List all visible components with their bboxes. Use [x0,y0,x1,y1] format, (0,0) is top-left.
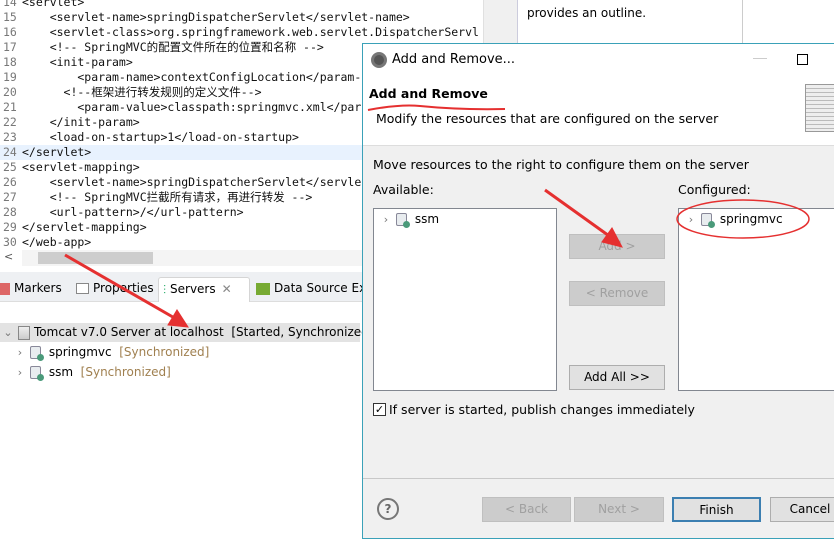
line-number: 26 [3,175,17,189]
server-icon [18,325,30,340]
minimize-icon[interactable] [753,58,767,59]
scrollbar-thumb[interactable] [38,252,153,264]
line-number: 23 [3,130,17,144]
finish-button[interactable]: Finish [672,497,761,522]
code-text: <url-pattern>/</url-pattern> [22,205,244,219]
server-row[interactable]: ⌄ Tomcat v7.0 Server at localhost [Starte… [0,323,373,342]
module-icon [30,366,44,381]
server-banner-icon [805,84,834,132]
code-line[interactable]: 14 <servlet> [0,0,483,10]
dialog-title-bar: Add and Remove... [363,44,834,76]
code-text: <load-on-startup>1</load-on-startup> [22,130,299,144]
code-text: </servlet> [22,145,92,159]
module-icon [701,213,715,228]
line-number: 30 [3,235,17,249]
properties-icon [76,283,89,294]
data-source-icon [256,282,270,295]
line-number: 21 [3,100,17,114]
add-all-button[interactable]: Add All >> [569,365,665,390]
code-text: <!-- SpringMVC的配置文件所在的位置和名称 --> [22,40,324,54]
outline-panel: provides an outline. [517,0,743,45]
configured-list[interactable]: › springmvc [678,208,834,391]
configured-item-springmvc[interactable]: › springmvc [685,212,783,228]
scroll-left-icon[interactable]: < [4,250,13,263]
line-number: 16 [3,25,17,39]
add-button[interactable]: Add > [569,234,665,259]
chevron-right-icon[interactable]: › [14,343,26,362]
chevron-down-icon[interactable]: ⌄ [2,323,14,342]
help-icon[interactable]: ? [377,498,399,520]
view-tabs: Markers Properties ⫶ Servers ✕ Data Source… [0,272,366,302]
servers-icon: ⫶ [163,282,167,297]
code-text: <servlet> [22,0,85,9]
code-text: <param-value>classpath:springmvc.xml</pa… [22,100,362,114]
line-number: 28 [3,205,17,219]
outline-message: provides an outline. [527,6,647,20]
markers-icon [0,282,10,295]
available-list[interactable]: › ssm [373,208,557,391]
tab-servers[interactable]: ⫶ Servers ✕ [158,277,250,302]
code-text: <init-param> [22,55,133,69]
line-number: 24 [3,145,17,159]
line-number: 14 [3,0,17,9]
tab-markers[interactable]: Markers [0,277,62,302]
code-text: <servlet-name>springDispatcherServlet</s… [22,10,410,24]
dialog-heading: Add and Remove [369,86,488,101]
chevron-right-icon[interactable]: › [380,213,392,226]
add-remove-dialog: Add and Remove... Add and Remove Modify … [362,43,834,539]
line-number: 19 [3,70,17,84]
code-text: </init-param> [22,115,140,129]
tab-properties[interactable]: Properties [72,277,154,302]
next-button[interactable]: Next > [574,497,664,522]
available-item-ssm[interactable]: › ssm [380,212,439,228]
line-number: 22 [3,115,17,129]
code-text: <servlet-mapping> [22,160,140,174]
publish-checkbox-label[interactable]: If server is started, publish changes im… [389,402,695,417]
close-tab-icon[interactable]: ✕ [222,282,232,296]
code-text: </servlet-mapping> [22,220,147,234]
tab-data-source-explorer[interactable]: Data Source Ex [252,277,366,302]
dialog-header: Add and Remove Modify the resources that… [363,76,834,146]
code-line[interactable]: 16 <servlet-class>org.springframework.we… [0,25,483,40]
line-number: 29 [3,220,17,234]
module-row[interactable]: › ssm [Synchronized] [14,363,374,382]
chevron-right-icon[interactable]: › [685,213,697,226]
line-number: 20 [3,85,17,99]
remove-button[interactable]: < Remove [569,281,665,306]
available-label: Available: [373,182,434,197]
dialog-title: Add and Remove... [392,52,516,67]
line-number: 27 [3,190,17,204]
line-number: 15 [3,10,17,24]
module-row[interactable]: › springmvc [Synchronized] [14,343,374,362]
divider [363,478,834,479]
configured-label: Configured: [678,182,751,197]
cancel-button[interactable]: Cancel [770,497,834,522]
back-button[interactable]: < Back [482,497,571,522]
publish-checkbox[interactable]: ✓ [373,403,386,416]
code-text: <!-- SpringMVC拦截所有请求，再进行转发 --> [22,190,313,204]
module-icon [396,213,410,228]
module-icon [30,346,44,361]
code-line[interactable]: 15 <servlet-name>springDispatcherServlet… [0,10,483,25]
dialog-subtitle: Modify the resources that are configured… [376,111,719,126]
eclipse-gear-icon [371,52,387,68]
code-text: <param-name>contextConfigLocation</param… [22,70,362,84]
maximize-icon[interactable] [797,54,808,65]
chevron-right-icon[interactable]: › [14,363,26,382]
code-text: <servlet-class>org.springframework.web.s… [22,25,479,39]
code-text: <servlet-name>springDispatcherServlet</s… [22,175,410,189]
instruction-text: Move resources to the right to configure… [373,157,749,172]
line-number: 18 [3,55,17,69]
code-text: <!--框架进行转发规则的定义文件--> [22,85,262,99]
line-number: 25 [3,160,17,174]
line-number: 17 [3,40,17,54]
code-text: </web-app> [22,235,92,249]
